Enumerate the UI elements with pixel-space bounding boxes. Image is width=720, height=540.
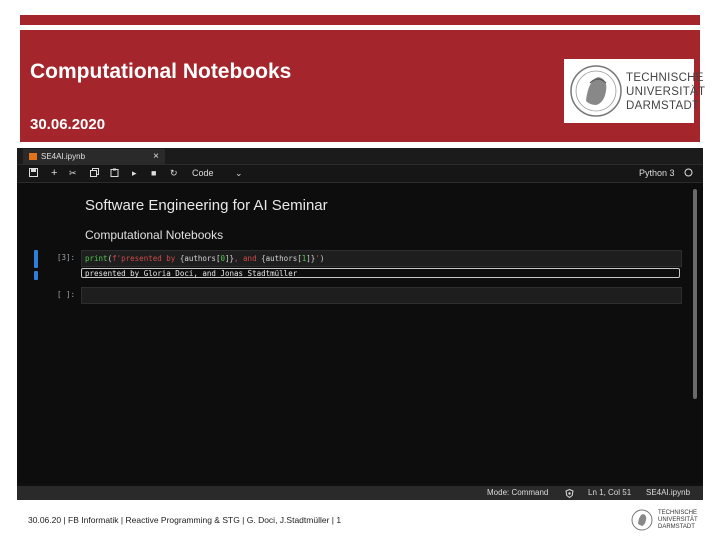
code-token: ]} <box>224 254 235 263</box>
status-mode: Mode: Command <box>487 488 549 497</box>
shield-icon[interactable] <box>565 488 574 503</box>
tab-notebook[interactable]: SE4AI.ipynb × <box>23 149 165 164</box>
cell-type-select[interactable]: Code <box>192 168 214 179</box>
code-token: print <box>85 254 108 263</box>
slide-date: 30.06.2020 <box>30 116 106 133</box>
scrollbar[interactable] <box>693 189 697 399</box>
status-file: SE4AI.ipynb <box>646 488 691 497</box>
active-output-indicator[interactable] <box>34 271 38 280</box>
cut-icon[interactable]: ✂ <box>69 168 77 179</box>
logo-line-1: TECHNISCHE <box>626 72 704 84</box>
cell-prompt: [3]: <box>57 253 76 262</box>
code-line: print(f'presented by {authors[0]}, and {… <box>82 254 324 263</box>
code-token: , and <box>234 254 262 263</box>
code-token: {authors[ <box>179 254 221 263</box>
tab-label: SE4AI.ipynb <box>41 152 86 161</box>
empty-code-cell[interactable] <box>81 287 682 304</box>
status-bar: Mode: Command Ln 1, Col 51 SE4AI.ipynb <box>17 486 703 500</box>
code-token: {authors[ <box>261 254 302 263</box>
run-icon[interactable]: ▸ <box>132 168 137 179</box>
notebook-body: Software Engineering for AI Seminar Comp… <box>17 183 703 483</box>
empty-cell-prompt: [ ]: <box>57 290 76 299</box>
logo-line-2: UNIVERSITÄT <box>626 86 706 98</box>
jupyter-screenshot: SE4AI.ipynb × + ✂ ▸ ■ ↻ Code ⌄ Python 3 … <box>17 148 703 500</box>
paste-icon[interactable] <box>110 168 119 179</box>
kernel-status-icon <box>684 168 693 179</box>
stop-icon[interactable]: ■ <box>151 168 156 179</box>
university-logo-text: TECHNISCHE UNIVERSITÄT DARMSTADT <box>626 71 705 113</box>
footer-logo-line-3: DARMSTADT <box>658 524 695 530</box>
university-logo: TECHNISCHE UNIVERSITÄT DARMSTADT <box>564 59 705 123</box>
code-cell-output: presented by Gloria Doci, and Jonas Stad… <box>81 268 680 278</box>
athena-seal-icon <box>570 65 622 117</box>
tab-bar: SE4AI.ipynb × <box>17 148 703 165</box>
save-icon[interactable] <box>29 168 38 179</box>
restart-icon[interactable]: ↻ <box>170 168 178 179</box>
footer-logo-line-1: TECHNISCHE <box>658 510 698 516</box>
slide-header: Computational Notebooks 30.06.2020 TECHN… <box>20 30 705 142</box>
code-token: ) <box>319 254 325 263</box>
chevron-down-icon[interactable]: ⌄ <box>235 168 243 179</box>
active-cell-indicator[interactable] <box>34 250 38 268</box>
code-token: ]} <box>306 254 316 263</box>
kernel-name[interactable]: Python 3 <box>639 168 675 179</box>
status-position: Ln 1, Col 51 <box>588 488 632 497</box>
slide-footer: 30.06.20 | FB Informatik | Reactive Prog… <box>28 515 342 525</box>
copy-icon[interactable] <box>90 168 99 179</box>
code-token: f'presented by <box>112 254 180 263</box>
footer-logo-line-2: UNIVERSITÄT <box>658 517 698 523</box>
notebook-heading-2: Computational Notebooks <box>85 228 224 242</box>
slide-title: Computational Notebooks <box>30 60 292 83</box>
header-top-stripe <box>20 15 700 25</box>
footer-athena-icon <box>631 509 653 531</box>
footer-logo: TECHNISCHE UNIVERSITÄT DARMSTADT <box>631 508 706 534</box>
add-cell-icon[interactable]: + <box>51 168 57 179</box>
logo-line-3: DARMSTADT <box>626 100 700 112</box>
close-icon[interactable]: × <box>153 149 159 164</box>
notebook-toolbar: + ✂ ▸ ■ ↻ Code ⌄ Python 3 <box>17 165 703 183</box>
notebook-heading-1: Software Engineering for AI Seminar <box>85 197 328 214</box>
code-cell-input[interactable]: print(f'presented by {authors[0]}, and {… <box>81 250 682 267</box>
notebook-icon <box>29 153 37 160</box>
